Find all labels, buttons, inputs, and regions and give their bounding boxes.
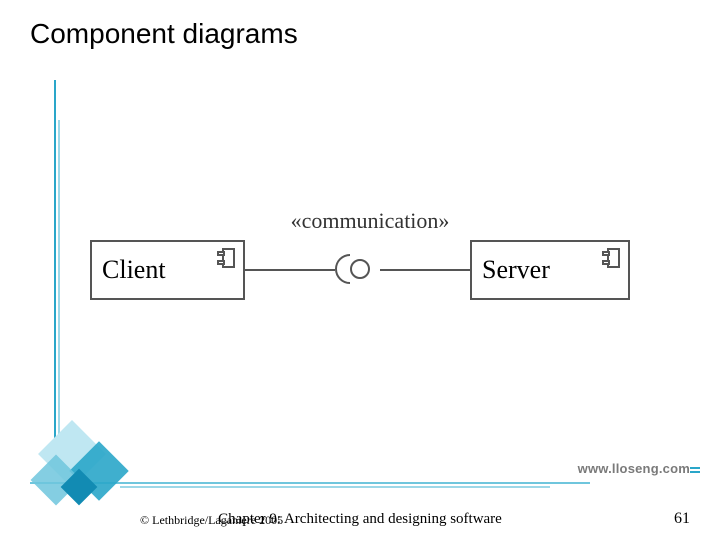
- decor-squares-icon: [28, 430, 138, 510]
- decor-horizontal-line: [120, 486, 550, 488]
- component-icon: [602, 248, 620, 268]
- connector-line: [380, 269, 470, 271]
- decor-vertical-line: [58, 120, 60, 450]
- chapter-text: Chapter 9: Architecting and designing so…: [0, 511, 720, 528]
- interface-stereotype-label: «communication»: [270, 208, 470, 234]
- template-url: www.lloseng.com: [578, 461, 690, 476]
- component-client: Client: [90, 240, 245, 300]
- component-client-label: Client: [102, 255, 166, 285]
- decor-vertical-line: [54, 80, 56, 460]
- component-server-label: Server: [482, 255, 550, 285]
- slide-title: Component diagrams: [30, 18, 298, 50]
- component-diagram: Client «communication» Server: [90, 210, 630, 330]
- slide: Component diagrams Client «communication…: [0, 0, 720, 540]
- decor-accent-icon: [690, 467, 700, 473]
- connector-line: [245, 269, 335, 271]
- component-icon: [217, 248, 235, 268]
- provided-interface-ball-icon: [350, 259, 370, 279]
- footer: © Lethbridge/Laganière 2005 Chapter 9: A…: [0, 508, 720, 528]
- component-server: Server: [470, 240, 630, 300]
- page-number: 61: [674, 510, 690, 528]
